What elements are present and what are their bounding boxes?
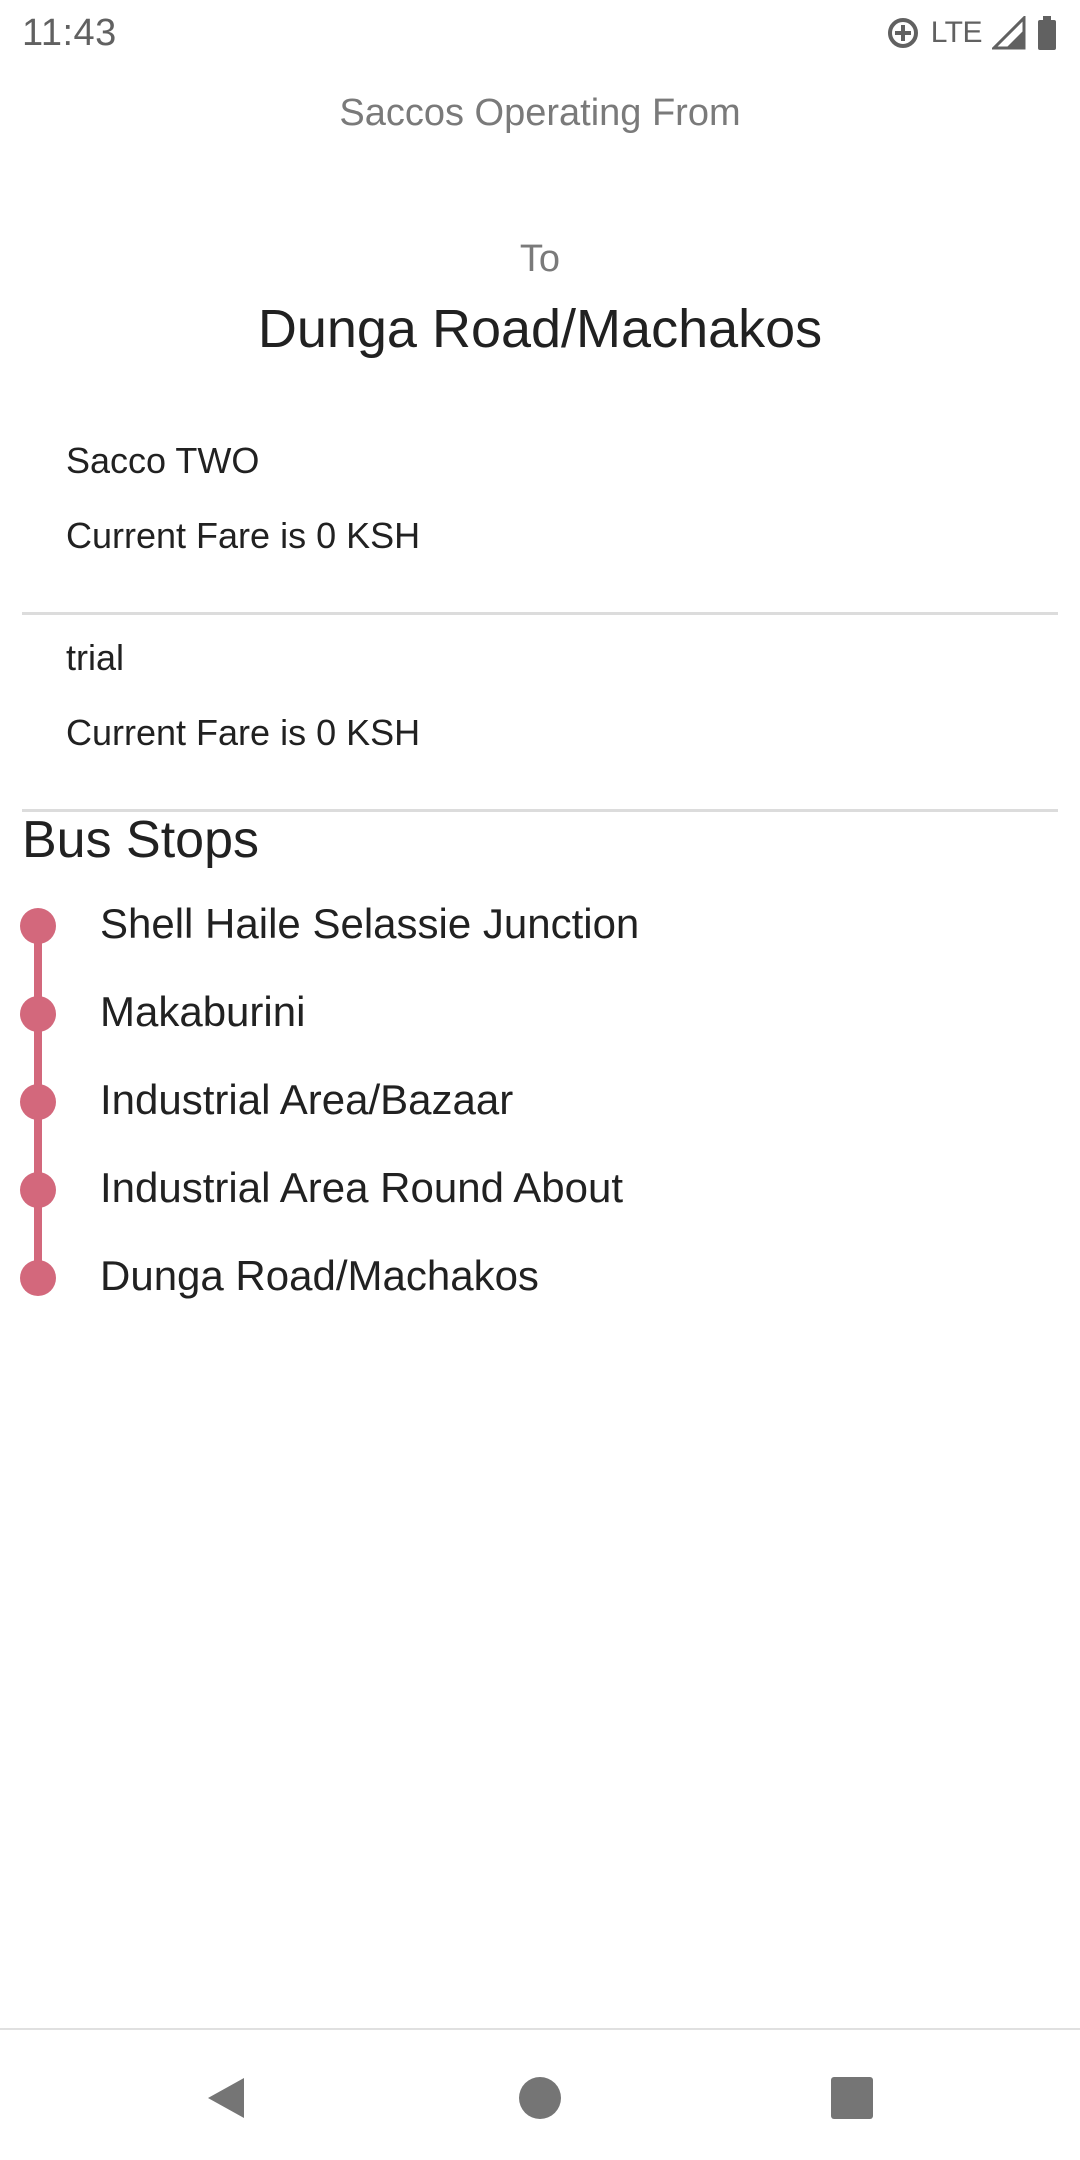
- battery-icon: [1036, 15, 1058, 51]
- stop-marker-icon: [20, 1084, 56, 1120]
- status-icons: LTE: [885, 15, 1058, 51]
- recents-icon[interactable]: [828, 2074, 876, 2122]
- sacco-list: Sacco TWO Current Fare is 0 KSH trial Cu…: [22, 418, 1058, 812]
- home-icon[interactable]: [516, 2074, 564, 2122]
- sacco-name: Sacco TWO: [66, 440, 260, 481]
- network-type-label: LTE: [930, 16, 983, 49]
- destination-title: Dunga Road/Machakos: [257, 299, 823, 359]
- bus-stop-item: Shell Haile Selassie Junction: [0, 888, 1080, 976]
- stop-marker-icon: [20, 1260, 56, 1296]
- bus-stops-heading: Bus Stops: [22, 811, 260, 869]
- navigation-bar: [0, 2028, 1080, 2160]
- stop-label: Shell Haile Selassie Junction: [100, 900, 640, 947]
- sacco-name: trial: [66, 637, 125, 678]
- sacco-list-item[interactable]: trial Current Fare is 0 KSH: [22, 615, 1058, 812]
- bus-stop-item: Makaburini: [0, 976, 1080, 1064]
- saccos-from-label: Saccos Operating From: [339, 92, 741, 134]
- stop-label: Industrial Area Round About: [100, 1164, 624, 1211]
- to-label: To: [519, 238, 561, 280]
- data-saver-icon: [885, 15, 921, 51]
- bus-stop-item: Industrial Area/Bazaar: [0, 1064, 1080, 1152]
- sacco-fare: Current Fare is 0 KSH: [66, 515, 421, 556]
- bus-stops-list: Shell Haile Selassie Junction Makaburini…: [0, 888, 1080, 1328]
- stop-label: Makaburini: [100, 988, 306, 1035]
- screen: 11:43 LTE Saccos Operating From To Dunga…: [0, 0, 1080, 2160]
- back-icon[interactable]: [202, 2074, 250, 2122]
- bus-stop-item: Industrial Area Round About: [0, 1152, 1080, 1240]
- sacco-fare: Current Fare is 0 KSH: [66, 712, 421, 753]
- signal-icon: [992, 16, 1026, 50]
- bus-stop-item: Dunga Road/Machakos: [0, 1240, 1080, 1328]
- stop-label: Industrial Area/Bazaar: [100, 1076, 514, 1123]
- status-time: 11:43: [22, 11, 117, 54]
- stop-marker-icon: [20, 1172, 56, 1208]
- stop-marker-icon: [20, 908, 56, 944]
- status-bar: 11:43 LTE: [0, 0, 1080, 66]
- stop-label: Dunga Road/Machakos: [100, 1252, 539, 1299]
- stop-marker-icon: [20, 996, 56, 1032]
- sacco-list-item[interactable]: Sacco TWO Current Fare is 0 KSH: [22, 418, 1058, 615]
